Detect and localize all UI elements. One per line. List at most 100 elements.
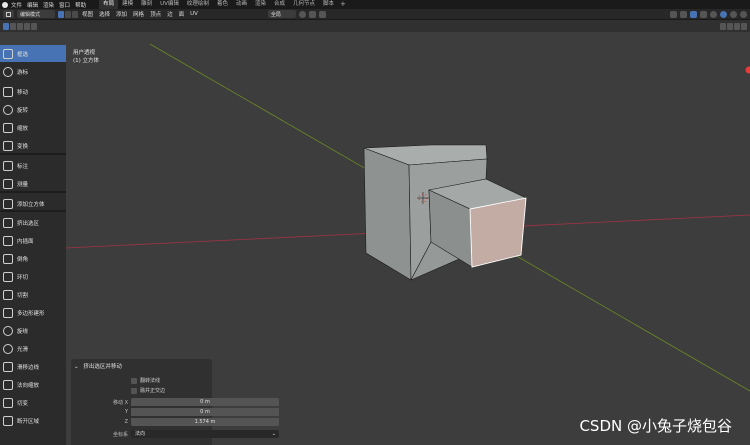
move-x-field[interactable]: 0 m [131,398,279,406]
tool-shrink-fatten[interactable]: 法向缩放 [0,376,66,393]
tool-label: 倒角 [17,256,29,263]
menu-edge[interactable]: 边 [167,10,173,18]
editor-type-button[interactable] [3,10,14,18]
tool-label: 切变 [17,400,29,407]
tool-label: 游标 [17,69,29,76]
tool-scale[interactable]: 缩放 [0,119,66,136]
menu-view[interactable]: 视图 [82,10,93,18]
tool-transform[interactable]: 变换 [0,137,66,154]
tool-label: 测量 [17,181,29,188]
menu-select[interactable]: 选择 [99,10,110,18]
select-mode-extend-icon[interactable] [17,22,23,30]
orientation-dropdown[interactable]: 法向 ⌄ [131,430,279,438]
tool-bevel[interactable]: 倒角 [0,250,66,267]
menu-mesh[interactable]: 网格 [133,10,144,18]
menu-edit[interactable]: 编辑 [27,1,38,9]
spin-icon [3,325,13,336]
object-name-label: (1) 立方体 [73,58,100,64]
move-y-label: Y [124,409,128,415]
tab-scripting[interactable]: 脚本 [319,0,338,9]
tab-shading[interactable]: 着色 [213,0,232,9]
operator-panel-title[interactable]: ⌄ 挤出选区并移动 [74,362,122,370]
tool-label: 断开区域 [17,418,40,425]
poly-build-icon [3,307,13,318]
select-mode-subtract-icon[interactable] [24,22,30,30]
tool-cursor[interactable]: 游标 [0,63,66,80]
tool-shear[interactable]: 切变 [0,394,66,411]
select-mode-invert-icon[interactable] [31,22,37,30]
tool-extrude-region[interactable]: 挤出选区 [0,214,66,231]
add-workspace-button[interactable]: + [340,0,346,9]
tab-sculpting[interactable]: 雕刻 [137,0,156,9]
overlays-icon[interactable] [690,10,697,18]
tool-select-box[interactable]: 框选 [0,45,66,62]
tool-rip-region[interactable]: 断开区域 [0,412,66,429]
tab-uv-editing[interactable]: UV编辑 [156,0,183,9]
tool-loop-cut[interactable]: 环切 [0,268,66,285]
mode-selector[interactable]: 编辑模式 [17,10,55,18]
menu-window[interactable]: 窗口 [59,1,70,9]
material-shading-icon[interactable] [730,10,737,18]
select-box-icon [3,48,13,59]
bevel-icon [3,253,13,264]
flip-normals-checkbox[interactable]: 翻转法线 [131,377,160,384]
edge-select-button[interactable] [65,10,71,18]
menu-face[interactable]: 面 [179,10,185,18]
visibility-icon[interactable] [670,10,677,18]
navigation-gizmo-x-icon[interactable] [745,66,750,74]
tab-geometry-nodes[interactable]: 几何节点 [289,0,319,9]
tool-smooth[interactable]: 光滑 [0,340,66,357]
tool-icon[interactable] [3,22,9,30]
menu-file[interactable]: 文件 [11,1,22,9]
tab-compositing[interactable]: 合成 [270,0,289,9]
tool-move[interactable]: 移动 [0,83,66,100]
transform-orientation-dropdown[interactable]: 全局 [267,10,296,18]
tool-inset-faces[interactable]: 内插面 [0,232,66,249]
select-mode-new-icon[interactable] [10,22,16,30]
mirror-y-icon[interactable] [727,22,733,30]
menu-uv[interactable]: UV [190,11,198,17]
tool-label: 旋转 [17,107,29,114]
pivot-point-icon[interactable] [298,10,306,18]
tab-texture-paint[interactable]: 纹理绘制 [183,0,213,9]
tool-poly-build[interactable]: 多边形建形 [0,304,66,321]
mirror-x-icon[interactable] [720,22,726,30]
xray-icon[interactable] [700,10,707,18]
mirror-z-icon[interactable] [734,22,740,30]
tab-animation[interactable]: 动画 [232,0,251,9]
options-icon[interactable] [741,22,747,30]
snap-icon[interactable] [308,10,316,18]
menu-vertex[interactable]: 顶点 [150,10,161,18]
tool-label: 多边形建形 [17,310,45,317]
tool-spin[interactable]: 旋绕 [0,322,66,339]
tab-modeling[interactable]: 建模 [118,0,137,9]
rendered-shading-icon[interactable] [740,10,747,18]
move-z-label: Z [124,419,128,425]
tool-knife[interactable]: 切割 [0,286,66,303]
cursor-icon [3,66,13,77]
tab-layout[interactable]: 布局 [99,0,119,9]
proportional-edit-icon[interactable] [318,10,326,18]
cube-icon [6,11,11,17]
tool-rotate[interactable]: 旋转 [0,101,66,118]
gizmo-icon[interactable] [680,10,687,18]
face-select-button[interactable] [72,10,78,18]
tab-rendering[interactable]: 渲染 [251,0,270,9]
tool-edge-slide[interactable]: 滑移边线 [0,358,66,375]
move-z-field[interactable]: 1.574 m [131,418,279,426]
tool-measure[interactable]: 测量 [0,175,66,192]
dissolve-orthogonal-checkbox[interactable]: 融并正交边 [131,387,165,394]
extrude-region-icon [3,217,13,228]
menu-render[interactable]: 渲染 [43,1,54,9]
menu-add[interactable]: 添加 [116,10,127,18]
menu-help[interactable]: 帮助 [75,1,86,9]
wireframe-shading-icon[interactable] [710,10,717,18]
tool-annotate[interactable]: 标注 [0,157,66,174]
edge-slide-icon [3,361,13,372]
vertex-select-button[interactable] [58,10,64,18]
operator-redo-panel: ⌄ 挤出选区并移动 翻转法线 融并正交边 移动 X 0 m Y 0 m Z 1.… [71,359,279,445]
solid-shading-icon[interactable] [720,10,727,18]
move-y-field[interactable]: 0 m [131,408,279,416]
blender-logo-icon[interactable] [2,1,8,8]
toolbar-divider [0,153,66,155]
